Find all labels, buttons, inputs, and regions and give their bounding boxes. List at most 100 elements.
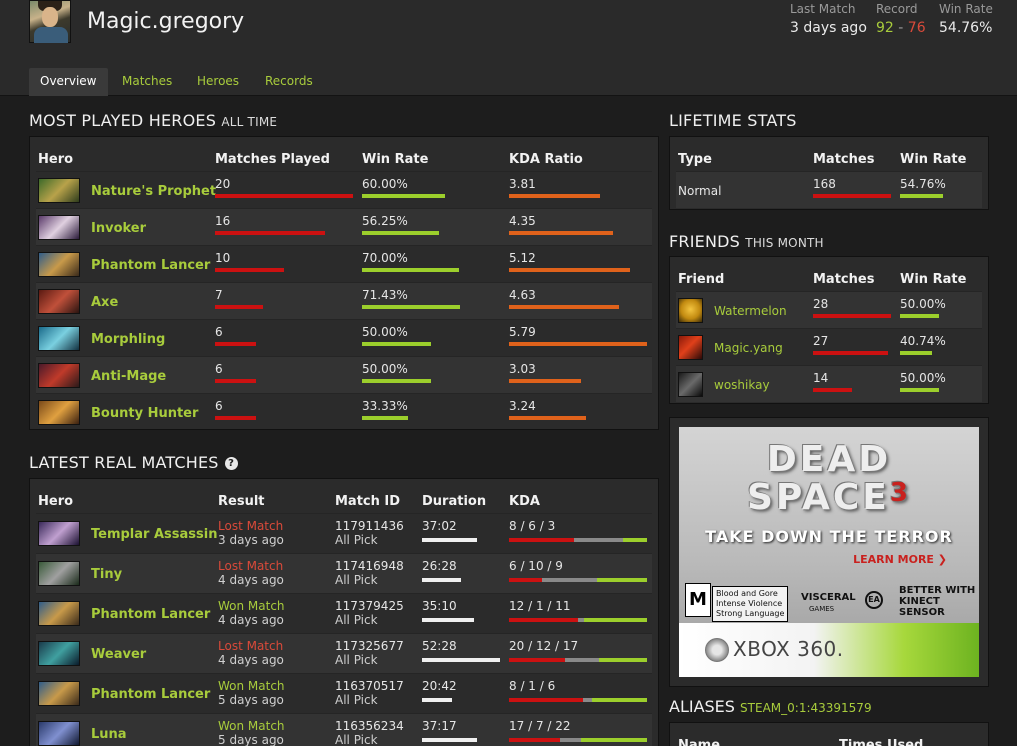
table-row[interactable]: Watermelon 28 50.00%	[676, 291, 982, 328]
matches-played-bar	[215, 379, 257, 383]
kda-ratio-bar	[509, 268, 631, 272]
table-row[interactable]: Tiny Lost Match 4 days ago 117416948 All Pic…	[36, 553, 652, 593]
help-icon[interactable]: ?	[224, 457, 238, 470]
hero-name-link[interactable]: Nature's Prophet	[91, 184, 216, 199]
match-id-value[interactable]: 116370517	[335, 679, 404, 693]
friend-name-link[interactable]: Magic.yang	[714, 341, 783, 355]
table-row[interactable]: Phantom Lancer 10 70.00% 5.12	[36, 245, 652, 282]
match-id[interactable]: 117416948 All Pick	[335, 559, 404, 587]
match-id[interactable]: 117379425 All Pick	[335, 599, 404, 627]
matches-played-bar	[215, 342, 257, 346]
match-id-value[interactable]: 117416948	[335, 559, 404, 573]
match-id[interactable]: 117911436 All Pick	[335, 519, 404, 547]
hero-portrait-icon[interactable]	[38, 363, 80, 388]
friends-title: FRIENDS	[669, 232, 740, 251]
lifetime-rows: Normal 168 54.76%	[676, 171, 982, 208]
avatar[interactable]	[29, 0, 71, 43]
match-result-link[interactable]: Lost Match	[218, 559, 284, 573]
hero-name-link[interactable]: Phantom Lancer	[91, 687, 210, 702]
friends-panel: Friend Matches Win Rate Watermelon 28 50.0…	[669, 256, 989, 404]
record-stat: Record 92 - 76	[876, 2, 926, 36]
ad-learn-more-link[interactable]: LEARN MORE ❯	[853, 553, 947, 566]
match-id[interactable]: 116356234 All Pick	[335, 719, 404, 746]
match-result[interactable]: Lost Match 4 days ago	[218, 559, 284, 587]
match-id[interactable]: 116370517 All Pick	[335, 679, 404, 707]
game-mode: All Pick	[335, 733, 378, 746]
hero-name-link[interactable]: Tiny	[91, 567, 122, 582]
table-row[interactable]: Magic.yang 27 40.74%	[676, 328, 982, 365]
table-row[interactable]: Templar Assassin Lost Match 3 days ago 1179…	[36, 513, 652, 553]
match-id-value[interactable]: 117379425	[335, 599, 404, 613]
table-row[interactable]: Luna Won Match 5 days ago 116356234 All Pick…	[36, 713, 652, 746]
matches-played-value: 10	[215, 251, 231, 265]
hero-name-link[interactable]: Bounty Hunter	[91, 406, 198, 421]
match-result[interactable]: Won Match 5 days ago	[218, 679, 285, 707]
match-result-link[interactable]: Won Match	[218, 599, 285, 613]
aliases-table: Name Times Used	[676, 729, 982, 746]
tab-heroes[interactable]: Heroes	[186, 68, 250, 96]
friend-avatar[interactable]	[678, 372, 703, 397]
friend-avatar[interactable]	[678, 298, 703, 323]
table-row[interactable]: Phantom Lancer Won Match 5 days ago 1163705…	[36, 673, 652, 713]
table-row[interactable]: Weaver Lost Match 4 days ago 117325677 All P…	[36, 633, 652, 673]
match-id-value[interactable]: 117325677	[335, 639, 404, 653]
match-result-link[interactable]: Won Match	[218, 719, 285, 733]
table-row[interactable]: Anti-Mage 6 50.00% 3.03	[36, 356, 652, 393]
tab-records[interactable]: Records	[254, 68, 324, 96]
friend-name-link[interactable]: Watermelon	[714, 304, 787, 318]
hero-portrait-icon[interactable]	[38, 326, 80, 351]
friend-name-link[interactable]: woshikay	[714, 378, 770, 392]
most-played-rows: Nature's Prophet 20 60.00% 3.81 Invoker 16 56.…	[36, 171, 652, 430]
hero-name-link[interactable]: Morphling	[91, 332, 165, 347]
match-id[interactable]: 117325677 All Pick	[335, 639, 404, 667]
match-result[interactable]: Won Match 4 days ago	[218, 599, 285, 627]
hero-portrait-icon[interactable]	[38, 178, 80, 203]
hero-name-link[interactable]: Invoker	[91, 221, 146, 236]
match-result[interactable]: Lost Match 4 days ago	[218, 639, 284, 667]
aliases-heading: ALIASES STEAM_0:1:43391579	[669, 697, 872, 716]
table-row[interactable]: Morphling 6 50.00% 5.79	[36, 319, 652, 356]
match-result[interactable]: Lost Match 3 days ago	[218, 519, 284, 547]
win-rate-bar	[900, 314, 939, 318]
match-id-value[interactable]: 117911436	[335, 519, 404, 533]
hero-portrait-icon[interactable]	[38, 601, 80, 626]
win-rate-value: 50.00%	[900, 297, 946, 311]
hero-name-link[interactable]: Axe	[91, 295, 118, 310]
hero-name-link[interactable]: Anti-Mage	[91, 369, 166, 384]
match-id-value[interactable]: 116356234	[335, 719, 404, 733]
hero-portrait-icon[interactable]	[38, 721, 80, 746]
friend-avatar[interactable]	[678, 335, 703, 360]
match-result-link[interactable]: Won Match	[218, 679, 285, 693]
match-result-link[interactable]: Lost Match	[218, 639, 284, 653]
tab-overview[interactable]: Overview	[29, 68, 108, 96]
hero-name-link[interactable]: Phantom Lancer	[91, 607, 210, 622]
hero-portrait-icon[interactable]	[38, 641, 80, 666]
hero-name-link[interactable]: Weaver	[91, 647, 146, 662]
hero-portrait-icon[interactable]	[38, 521, 80, 546]
matches-played-bar	[215, 194, 353, 198]
tab-matches[interactable]: Matches	[111, 68, 183, 96]
table-row[interactable]: Axe 7 71.43% 4.63	[36, 282, 652, 319]
friends-rows: Watermelon 28 50.00% Magic.yang 27 40.74% wosh…	[676, 291, 982, 402]
hero-name-link[interactable]: Phantom Lancer	[91, 258, 210, 273]
table-row[interactable]: Phantom Lancer Won Match 4 days ago 1173794…	[36, 593, 652, 633]
game-mode: All Pick	[335, 653, 378, 667]
ad-banner[interactable]: DEAD SPACE3 TAKE DOWN THE TERROR LEARN M…	[679, 427, 979, 677]
hero-portrait-icon[interactable]	[38, 400, 80, 425]
hero-portrait-icon[interactable]	[38, 561, 80, 586]
match-time: 5 days ago	[218, 733, 284, 746]
table-row[interactable]: woshikay 14 50.00%	[676, 365, 982, 402]
hero-portrait-icon[interactable]	[38, 289, 80, 314]
duration-value: 37:02	[422, 519, 457, 533]
match-result-link[interactable]: Lost Match	[218, 519, 284, 533]
matches-played-value: 6	[215, 362, 223, 376]
match-result[interactable]: Won Match 5 days ago	[218, 719, 285, 746]
hero-name-link[interactable]: Luna	[91, 727, 127, 742]
hero-portrait-icon[interactable]	[38, 252, 80, 277]
hero-portrait-icon[interactable]	[38, 681, 80, 706]
hero-name-link[interactable]: Templar Assassin	[91, 527, 217, 542]
table-row[interactable]: Bounty Hunter 6 33.33% 3.24	[36, 393, 652, 430]
table-row[interactable]: Nature's Prophet 20 60.00% 3.81	[36, 171, 652, 208]
table-row[interactable]: Invoker 16 56.25% 4.35	[36, 208, 652, 245]
hero-portrait-icon[interactable]	[38, 215, 80, 240]
